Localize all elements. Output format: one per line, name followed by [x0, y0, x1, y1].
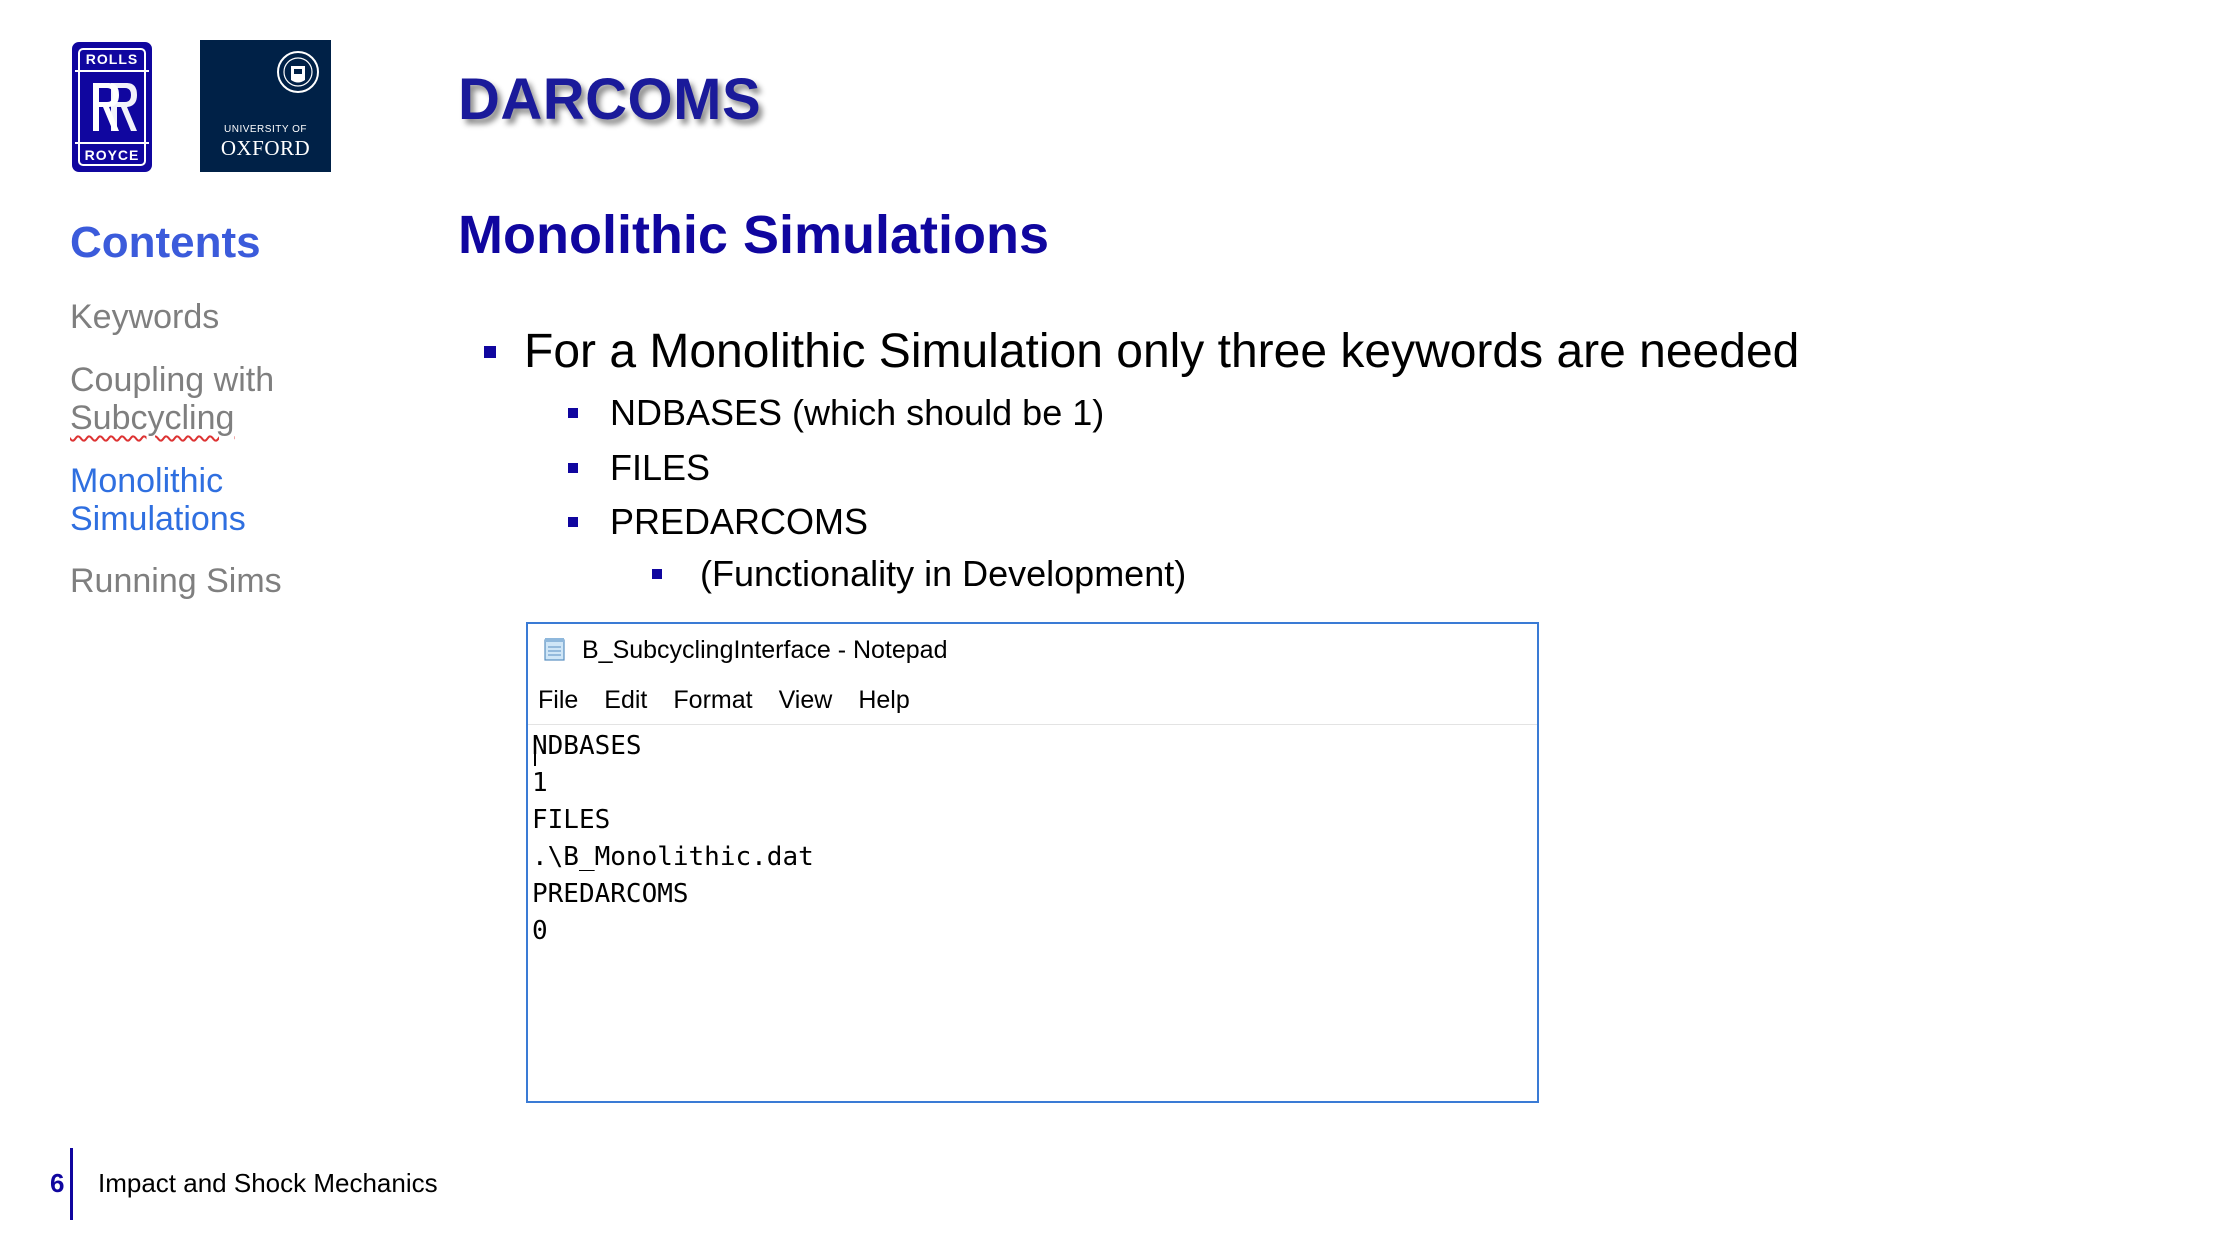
text-line: .\B_Monolithic.dat [532, 842, 814, 872]
sidebar-item-label: Monolithic [70, 462, 224, 500]
menu-help[interactable]: Help [858, 686, 909, 714]
text-line: PREDARCOMS [532, 879, 689, 909]
bullet-text: (Functionality in Development) [700, 553, 1187, 594]
rolls-royce-logo: ROLLS ROYCE [72, 42, 152, 172]
menu-view[interactable]: View [779, 686, 833, 714]
oxford-logo-line1: UNIVERSITY OF [224, 124, 307, 135]
notepad-window: B_SubcyclingInterface - Notepad File Edit… [526, 622, 1539, 1103]
sidebar-item-label: Coupling with [70, 361, 275, 399]
text-line: NDBASES [532, 731, 642, 761]
rolls-royce-logo-top-text: ROLLS [75, 51, 149, 72]
sidebar-item-running-sims[interactable]: Running Sims [70, 562, 370, 600]
menu-format[interactable]: Format [673, 686, 752, 714]
menu-edit[interactable]: Edit [604, 686, 647, 714]
text-line: 1 [532, 768, 548, 798]
notepad-menubar: File Edit Format View Help [538, 686, 936, 715]
oxford-crest-icon [277, 51, 319, 93]
bullet-square-icon [652, 569, 662, 579]
bullet-square-icon [568, 517, 578, 527]
text-caret [534, 736, 536, 766]
sidebar-item-keywords[interactable]: Keywords [70, 298, 370, 336]
bullet-square-icon [568, 463, 578, 473]
text-line: 0 [532, 916, 548, 946]
footer-text: Impact and Shock Mechanics [98, 1168, 438, 1198]
notepad-text-area[interactable]: NDBASES 1 FILES .\B_Monolithic.dat PREDA… [532, 728, 1527, 1091]
footer-divider [70, 1148, 73, 1220]
page-title: DARCOMS [458, 67, 762, 132]
bullet-square-icon [484, 346, 496, 358]
sidebar-item-monolithic-simulations[interactable]: Monolithic Simulations [70, 462, 370, 538]
sidebar-item-label: Keywords [70, 298, 220, 336]
bullet-text: NDBASES (which should be 1) [610, 392, 1105, 433]
bullet-text: For a Monolithic Simulation only three k… [524, 325, 1800, 378]
section-title: Monolithic Simulations [458, 205, 1049, 265]
notepad-menu-divider [528, 724, 1537, 725]
text-line: FILES [532, 805, 611, 835]
sidebar-item-label: Subcycling [70, 399, 235, 437]
bullet-square-icon [568, 408, 578, 418]
sidebar-item-coupling-with-subcycling[interactable]: Coupling with Subcycling [70, 361, 370, 437]
bullet-text: PREDARCOMS [610, 501, 869, 542]
page-number: 6 [50, 1168, 65, 1198]
sidebar-item-label: Running Sims [70, 562, 282, 600]
oxford-logo-line2: OXFORD [220, 136, 311, 160]
notepad-icon [544, 638, 565, 661]
notepad-title: B_SubcyclingInterface - Notepad [582, 636, 948, 664]
rolls-royce-logo-bottom-text: ROYCE [75, 142, 149, 163]
menu-file[interactable]: File [538, 686, 578, 714]
contents-heading: Contents [70, 218, 261, 267]
oxford-logo: UNIVERSITY OF OXFORD [200, 40, 331, 172]
bullet-text: FILES [610, 447, 711, 488]
sidebar-item-label: Simulations [70, 500, 246, 538]
rr-monogram-icon [93, 83, 137, 131]
